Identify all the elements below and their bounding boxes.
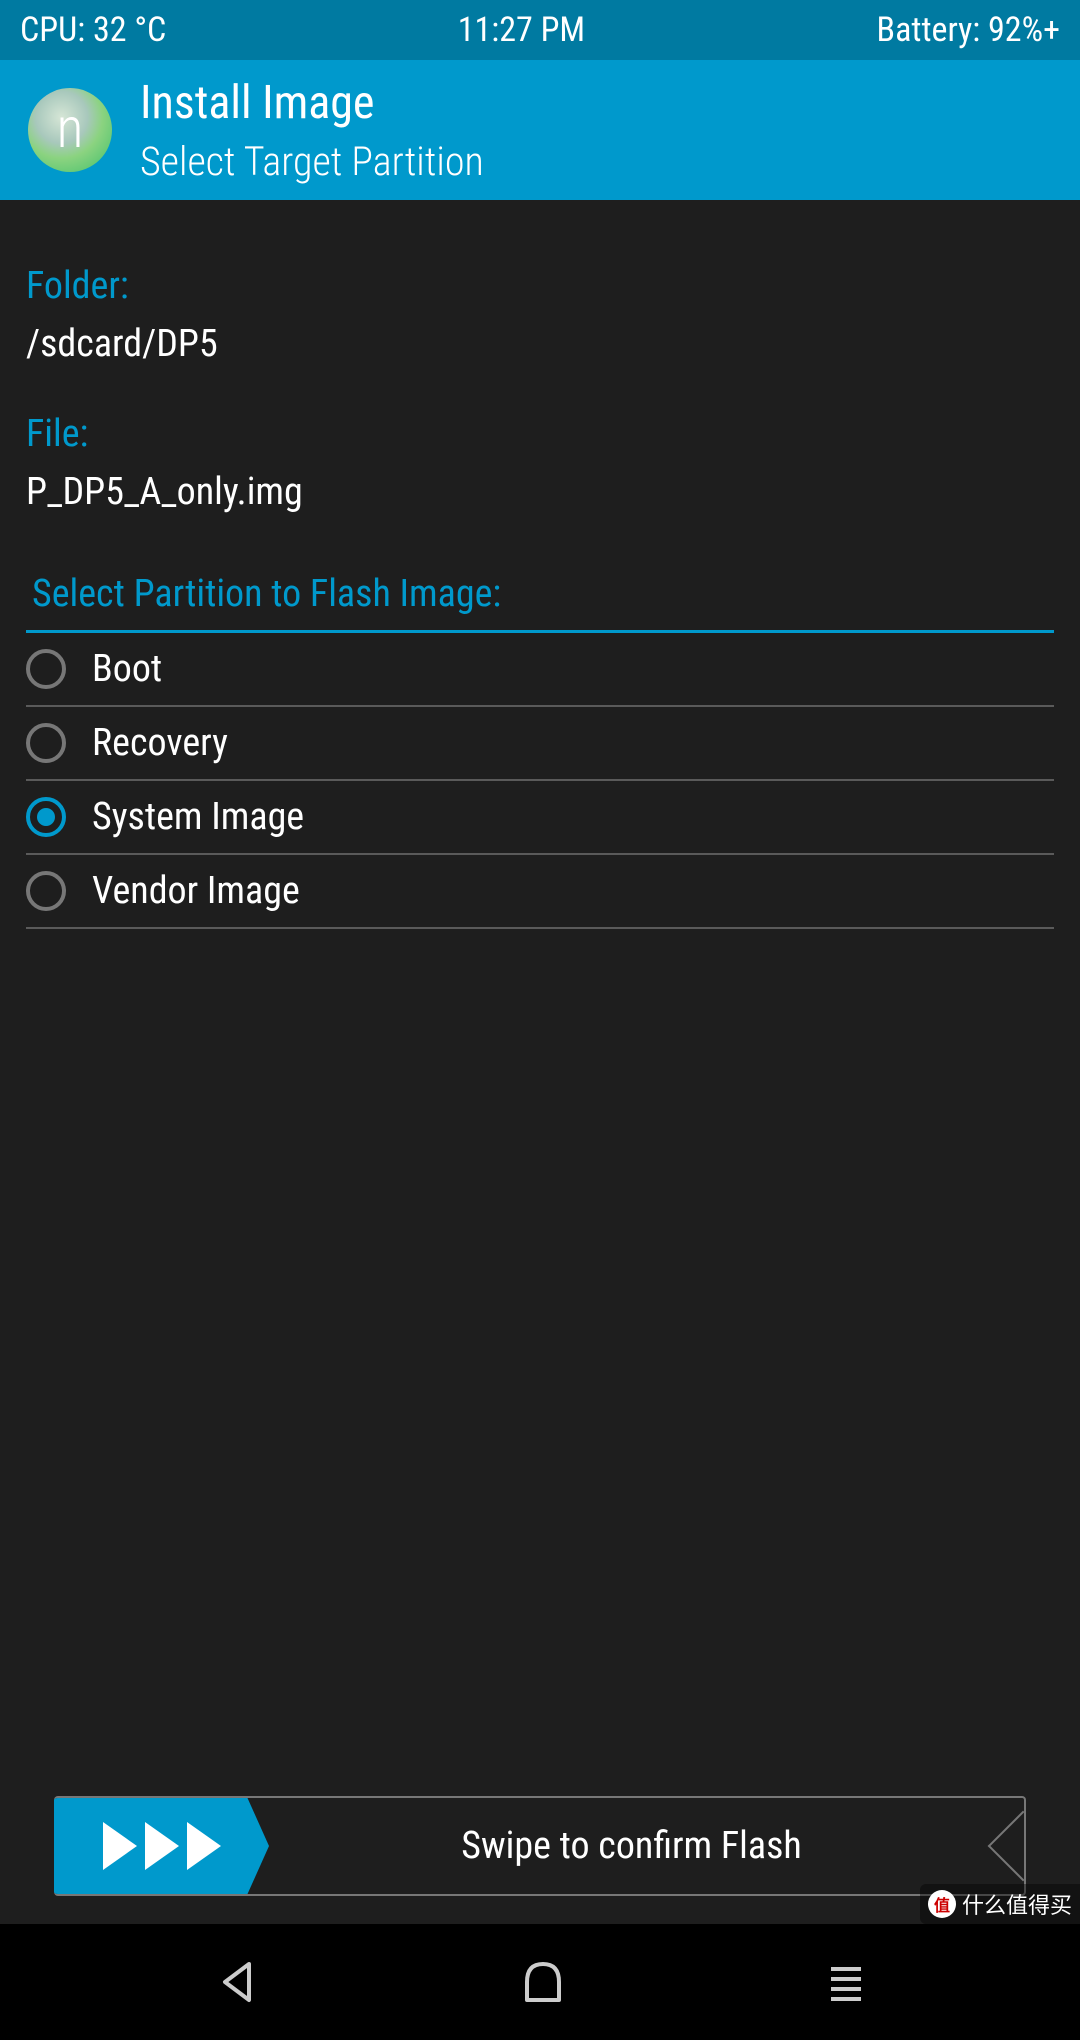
partition-option-vendor-image[interactable]: Vendor Image [26, 855, 1054, 929]
swipe-confirm-area: Swipe to confirm Flash [26, 1796, 1054, 1896]
statusbar-cpu: CPU: 32 °C [20, 10, 166, 50]
radio-icon [26, 871, 66, 911]
swipe-track: Swipe to confirm Flash [54, 1796, 1026, 1896]
partition-option-label: Boot [92, 647, 162, 691]
header-text: Install Image Select Target Partition [140, 76, 484, 185]
watermark-text: 什么值得买 [962, 1888, 1072, 1920]
app-logo-letter: n [57, 95, 84, 161]
statusbar: CPU: 32 °C 11:27 PM Battery: 92%+ [0, 0, 1080, 60]
arrow-right-icon [103, 1822, 137, 1870]
partition-option-system-image[interactable]: System Image [26, 781, 1054, 855]
radio-icon [26, 649, 66, 689]
statusbar-battery: Battery: 92%+ [877, 10, 1060, 50]
arrow-right-icon [145, 1822, 179, 1870]
file-label: File: [26, 412, 1054, 456]
app-logo-icon: n [28, 88, 112, 172]
swipe-label: Swipe to confirm Flash [269, 1824, 1024, 1868]
main-content: Folder: /sdcard/DP5 File: P_DP5_A_only.i… [0, 200, 1080, 1924]
file-value: P_DP5_A_only.img [26, 470, 1054, 514]
radio-icon [26, 723, 66, 763]
partition-section-title: Select Partition to Flash Image: [26, 572, 1054, 633]
statusbar-time: 11:27 PM [458, 10, 585, 50]
folder-value: /sdcard/DP5 [26, 322, 1054, 366]
swipe-handle[interactable] [54, 1798, 269, 1894]
page-title: Install Image [140, 76, 484, 130]
back-icon[interactable] [209, 1954, 265, 2010]
watermark: 值 什么值得买 [920, 1884, 1080, 1924]
menu-icon[interactable] [821, 1957, 871, 2007]
page-subtitle: Select Target Partition [140, 138, 484, 185]
partition-option-label: System Image [92, 795, 304, 839]
watermark-badge-icon: 值 [928, 1890, 956, 1918]
arrow-right-icon [187, 1822, 221, 1870]
partition-option-boot[interactable]: Boot [26, 633, 1054, 707]
folder-label: Folder: [26, 264, 1054, 308]
partition-option-label: Vendor Image [92, 869, 300, 913]
partition-option-recovery[interactable]: Recovery [26, 707, 1054, 781]
partition-option-label: Recovery [92, 721, 228, 765]
navbar [0, 1924, 1080, 2040]
home-icon[interactable] [515, 1954, 571, 2010]
radio-icon [26, 797, 66, 837]
header: n Install Image Select Target Partition [0, 60, 1080, 200]
